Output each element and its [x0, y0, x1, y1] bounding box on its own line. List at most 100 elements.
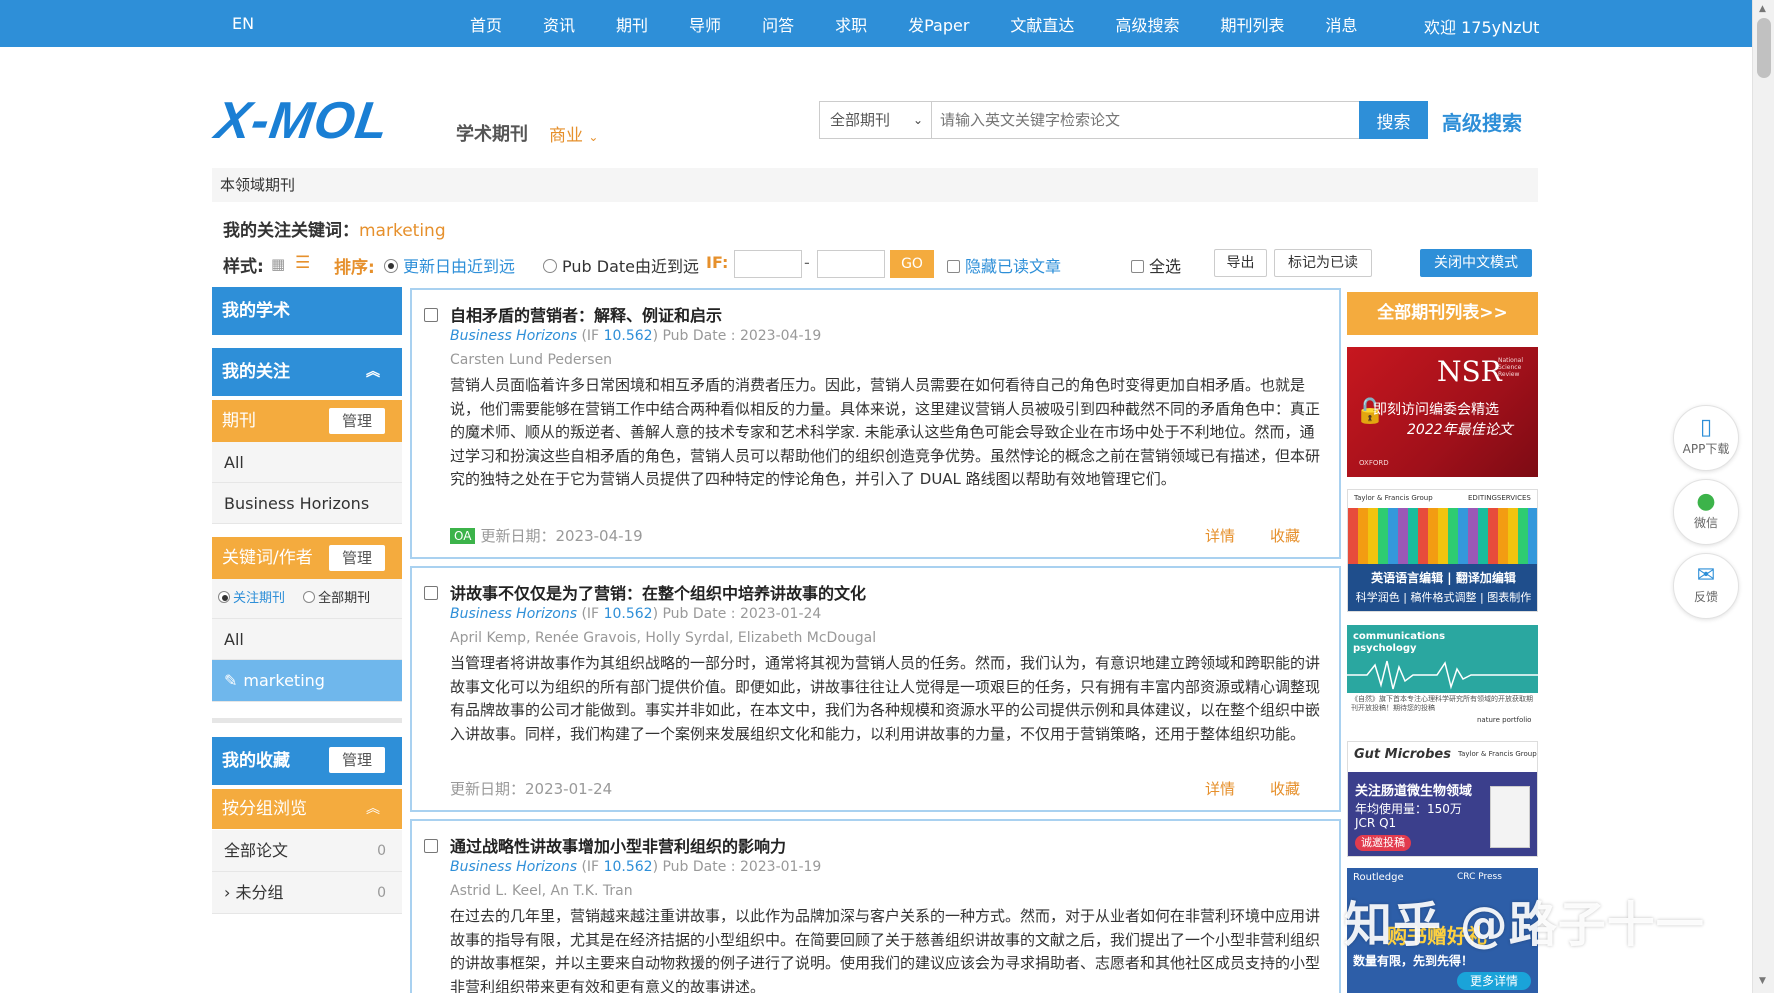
- journals-manage-button[interactable]: 管理: [329, 408, 385, 434]
- ad-nsr-banner[interactable]: NSR National Science Review 🔓 即刻访问编委会精选 …: [1347, 347, 1538, 477]
- nav-item-news[interactable]: 资讯: [543, 12, 575, 36]
- scroll-down-icon[interactable]: ▼: [1759, 976, 1766, 986]
- hide-read-checkbox[interactable]: 隐藏已读文章: [947, 253, 1061, 277]
- feedback-button[interactable]: ✉ 反馈: [1673, 553, 1739, 619]
- keyword-scope-all-radio[interactable]: 全部期刊: [303, 591, 370, 606]
- article-journal[interactable]: Business Horizons: [450, 859, 577, 875]
- sidebar-journal-all[interactable]: All: [212, 442, 402, 483]
- nav-item-advanced-search[interactable]: 高级搜索: [1115, 12, 1179, 36]
- nav-item-paper[interactable]: 发Paper: [908, 12, 969, 36]
- nav-item-mentors[interactable]: 导师: [689, 12, 721, 36]
- if-filter-label: IF:: [706, 253, 729, 272]
- field-journals-title: 本领域期刊: [212, 168, 1538, 202]
- nav-item-journal-list[interactable]: 期刊列表: [1220, 12, 1284, 36]
- article-abstract: 在过去的几年里，营销越来越注重讲故事，以此作为品牌加深与客户关系的一种方式。然而…: [450, 907, 1321, 993]
- article-updated-date: 更新日期：2023-01-24: [450, 780, 613, 798]
- sidebar-favorites-header[interactable]: 我的收藏 管理: [212, 737, 402, 785]
- group-all-papers[interactable]: 全部论文 0: [212, 830, 402, 872]
- if-prefix: (IF: [581, 328, 604, 344]
- sidebar-journal-business-horizons[interactable]: Business Horizons: [212, 483, 402, 524]
- advanced-search-link[interactable]: 高级搜索: [1442, 107, 1522, 136]
- nav-item-jobs[interactable]: 求职: [835, 12, 867, 36]
- nav-item-qa[interactable]: 问答: [762, 12, 794, 36]
- search-scope-select[interactable]: 全部期刊 ⌄: [819, 101, 932, 139]
- article-meta: Business Horizons (IF 10.562) Pub Date :…: [450, 328, 821, 344]
- article-favorite-link[interactable]: 收藏: [1270, 778, 1300, 799]
- keywords-label: 关键词/作者: [222, 548, 313, 568]
- if-max-input[interactable]: [817, 250, 885, 278]
- mark-read-button[interactable]: 标记为已读: [1274, 249, 1372, 277]
- grid-view-icon[interactable]: ▦: [271, 255, 285, 273]
- article-favorite-link[interactable]: 收藏: [1270, 525, 1300, 546]
- rt-more-button[interactable]: 更多详情: [1457, 972, 1531, 990]
- ad-editing-services[interactable]: Taylor & Francis Group EDITINGSERVICES 英…: [1347, 489, 1538, 612]
- tf-line1: 英语语言编辑 | 翻译加编辑: [1371, 571, 1516, 585]
- keywords-manage-button[interactable]: 管理: [329, 545, 385, 571]
- favorites-manage-button[interactable]: 管理: [329, 747, 385, 773]
- cp-brand: nature portfolio: [1477, 716, 1532, 724]
- envelope-icon: ✉: [1696, 563, 1716, 588]
- keyword-scope-follow-radio[interactable]: 关注期刊: [218, 591, 285, 606]
- sidebar-keyword-marketing[interactable]: ✎ marketing: [212, 660, 402, 702]
- article-card: 自相矛盾的营销者：解释、例证和启示 Business Horizons (IF …: [410, 288, 1341, 559]
- nav-item-home[interactable]: 首页: [470, 12, 502, 36]
- category-dropdown[interactable]: 商业 ⌄: [549, 121, 598, 146]
- nav-item-messages[interactable]: 消息: [1325, 12, 1357, 36]
- article-detail-link[interactable]: 详情: [1205, 525, 1235, 546]
- article-card: 通过战略性讲故事增加小型非营利组织的影响力 Business Horizons …: [410, 819, 1341, 993]
- if-prefix: (IF: [581, 859, 604, 875]
- nsr-line2: 2022年最佳论文: [1407, 422, 1513, 438]
- article-journal[interactable]: Business Horizons: [450, 328, 577, 344]
- sort-by-pubdate-radio[interactable]: Pub Date由近到远: [543, 253, 699, 277]
- site-logo[interactable]: X-MOL: [212, 92, 393, 150]
- article-detail-link[interactable]: 详情: [1205, 778, 1235, 799]
- close-chinese-mode-button[interactable]: 关闭中文模式: [1420, 249, 1532, 277]
- all-journals-list-button[interactable]: 全部期刊列表>>: [1347, 292, 1538, 335]
- if-min-input[interactable]: [734, 250, 802, 278]
- top-nav-menu: 首页 资讯 期刊 导师 问答 求职 发Paper 文献直达 高级搜索 期刊列表 …: [470, 0, 1357, 47]
- user-welcome[interactable]: 欢迎 175yNzUt: [1424, 14, 1540, 38]
- chevron-up-icon[interactable]: ︽: [366, 348, 380, 396]
- app-download-button[interactable]: ▯ APP下载: [1673, 405, 1739, 471]
- search-scope-value: 全部期刊: [830, 111, 891, 129]
- sidebar-keyword-all[interactable]: All: [212, 619, 402, 660]
- article-title[interactable]: 通过战略性讲故事增加小型非营利组织的影响力: [450, 833, 786, 857]
- nav-item-journals[interactable]: 期刊: [616, 12, 648, 36]
- sidebar-divider: [212, 718, 402, 723]
- ad-communications-psychology[interactable]: communications psychology 《自然》旗下首本专注心理科学…: [1347, 625, 1538, 728]
- wechat-button[interactable]: ● 微信: [1673, 479, 1739, 545]
- chevron-up-icon[interactable]: ︽: [366, 789, 380, 829]
- page-scrollbar[interactable]: ▲ ▼: [1752, 0, 1774, 993]
- article-journal[interactable]: Business Horizons: [450, 606, 577, 622]
- article-checkbox[interactable]: [424, 308, 438, 322]
- scrollbar-thumb[interactable]: [1757, 18, 1771, 78]
- if-go-button[interactable]: GO: [890, 250, 934, 278]
- cp-title: communications psychology: [1353, 631, 1446, 654]
- radio-checked-icon: [384, 259, 398, 273]
- list-view-icon[interactable]: ☰: [295, 253, 310, 273]
- sidebar-browse-group[interactable]: 按分组浏览 ︽: [212, 789, 402, 829]
- hide-read-label: 隐藏已读文章: [965, 257, 1062, 276]
- followed-keyword-value[interactable]: marketing: [359, 221, 446, 241]
- sidebar-my-follow[interactable]: 我的关注 ︽: [212, 348, 402, 396]
- scroll-up-icon[interactable]: ▲: [1759, 4, 1766, 14]
- article-title[interactable]: 自相矛盾的营销者：解释、例证和启示: [450, 302, 722, 326]
- search-input[interactable]: [931, 101, 1360, 139]
- article-checkbox[interactable]: [424, 839, 438, 853]
- sidebar-my-academic[interactable]: 我的学术: [212, 287, 402, 335]
- style-label: 样式:: [223, 257, 264, 277]
- gm-submit-button[interactable]: 诚邀投稿: [1355, 835, 1411, 851]
- group-ungrouped[interactable]: › 未分组 0: [212, 872, 402, 914]
- nsr-subtitle: National Science Review: [1498, 357, 1524, 378]
- article-title[interactable]: 讲故事不仅仅是为了营销：在整个组织中培养讲故事的文化: [450, 580, 866, 604]
- language-switch[interactable]: EN: [232, 14, 254, 33]
- export-button[interactable]: 导出: [1214, 249, 1267, 277]
- article-abstract: 当管理者将讲故事作为其组织战略的一部分时，通常将其视为营销人员的任务。然而，我们…: [450, 654, 1321, 743]
- select-all-checkbox[interactable]: 全选: [1131, 253, 1181, 277]
- sort-by-update-radio[interactable]: 更新日由近到远: [384, 253, 515, 277]
- article-card: 讲故事不仅仅是为了营销：在整个组织中培养讲故事的文化 Business Hori…: [410, 566, 1341, 812]
- nav-item-literature[interactable]: 文献直达: [1010, 12, 1074, 36]
- ad-gut-microbes[interactable]: Gut Microbes Taylor & Francis Group 关注肠道…: [1347, 741, 1538, 857]
- article-checkbox[interactable]: [424, 586, 438, 600]
- search-button[interactable]: 搜索: [1359, 101, 1428, 139]
